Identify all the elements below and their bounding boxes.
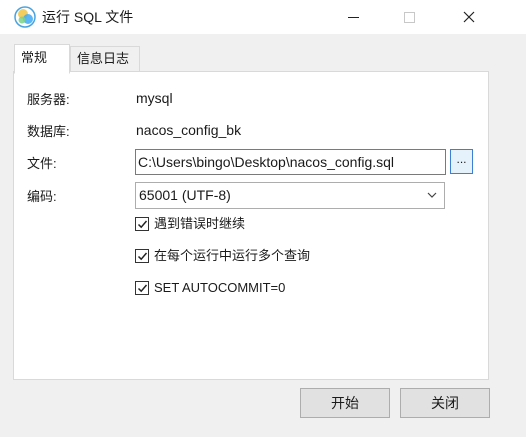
server-label: 服务器: — [27, 92, 70, 107]
option-multiple-queries[interactable]: 在每个运行中运行多个查询 — [135, 247, 310, 265]
server-value: mysql — [136, 90, 173, 106]
maximize-icon — [403, 11, 415, 23]
encoding-value: 65001 (UTF-8) — [139, 187, 231, 203]
encoding-select[interactable]: 65001 (UTF-8) — [135, 182, 445, 209]
close-button[interactable]: 关闭 — [400, 388, 490, 418]
checkbox-continue-on-error[interactable] — [135, 217, 149, 231]
close-window-button[interactable] — [446, 0, 492, 34]
file-path-input[interactable]: C:\Users\bingo\Desktop\nacos_config.sql — [135, 149, 446, 175]
checkbox-autocommit[interactable] — [135, 281, 149, 295]
option-continue-on-error[interactable]: 遇到错误时继续 — [135, 215, 245, 233]
checkbox-multiple-queries[interactable] — [135, 249, 149, 263]
general-panel: 服务器: mysql 数据库: nacos_config_bk 文件: C:\U… — [13, 71, 489, 380]
minimize-button[interactable] — [330, 0, 376, 34]
chevron-down-icon — [427, 192, 437, 198]
continue-on-error-label: 遇到错误时继续 — [154, 216, 246, 231]
multiple-queries-label: 在每个运行中运行多个查询 — [154, 248, 311, 263]
autocommit-label: SET AUTOCOMMIT=0 — [154, 280, 286, 295]
checkmark-icon — [137, 220, 147, 228]
maximize-button[interactable] — [386, 0, 432, 34]
option-autocommit[interactable]: SET AUTOCOMMIT=0 — [135, 279, 285, 297]
encoding-label: 编码: — [27, 189, 57, 204]
close-icon — [463, 11, 475, 23]
file-label: 文件: — [27, 156, 57, 171]
title-bar[interactable]: 运行 SQL 文件 — [0, 0, 526, 34]
minimize-icon — [347, 16, 359, 18]
database-label: 数据库: — [27, 124, 70, 139]
window-title: 运行 SQL 文件 — [42, 9, 134, 25]
run-sql-file-dialog: 运行 SQL 文件 常规 信息日志 服务器: mysql 数据库: nacos_… — [0, 0, 526, 437]
checkmark-icon — [137, 284, 147, 292]
navicat-icon — [14, 6, 36, 28]
start-button[interactable]: 开始 — [300, 388, 390, 418]
tab-general[interactable]: 常规 — [14, 44, 70, 74]
database-value: nacos_config_bk — [136, 122, 242, 138]
checkmark-icon — [137, 252, 147, 260]
tab-info-log[interactable]: 信息日志 — [70, 46, 140, 72]
browse-button[interactable]: ... — [450, 149, 473, 174]
